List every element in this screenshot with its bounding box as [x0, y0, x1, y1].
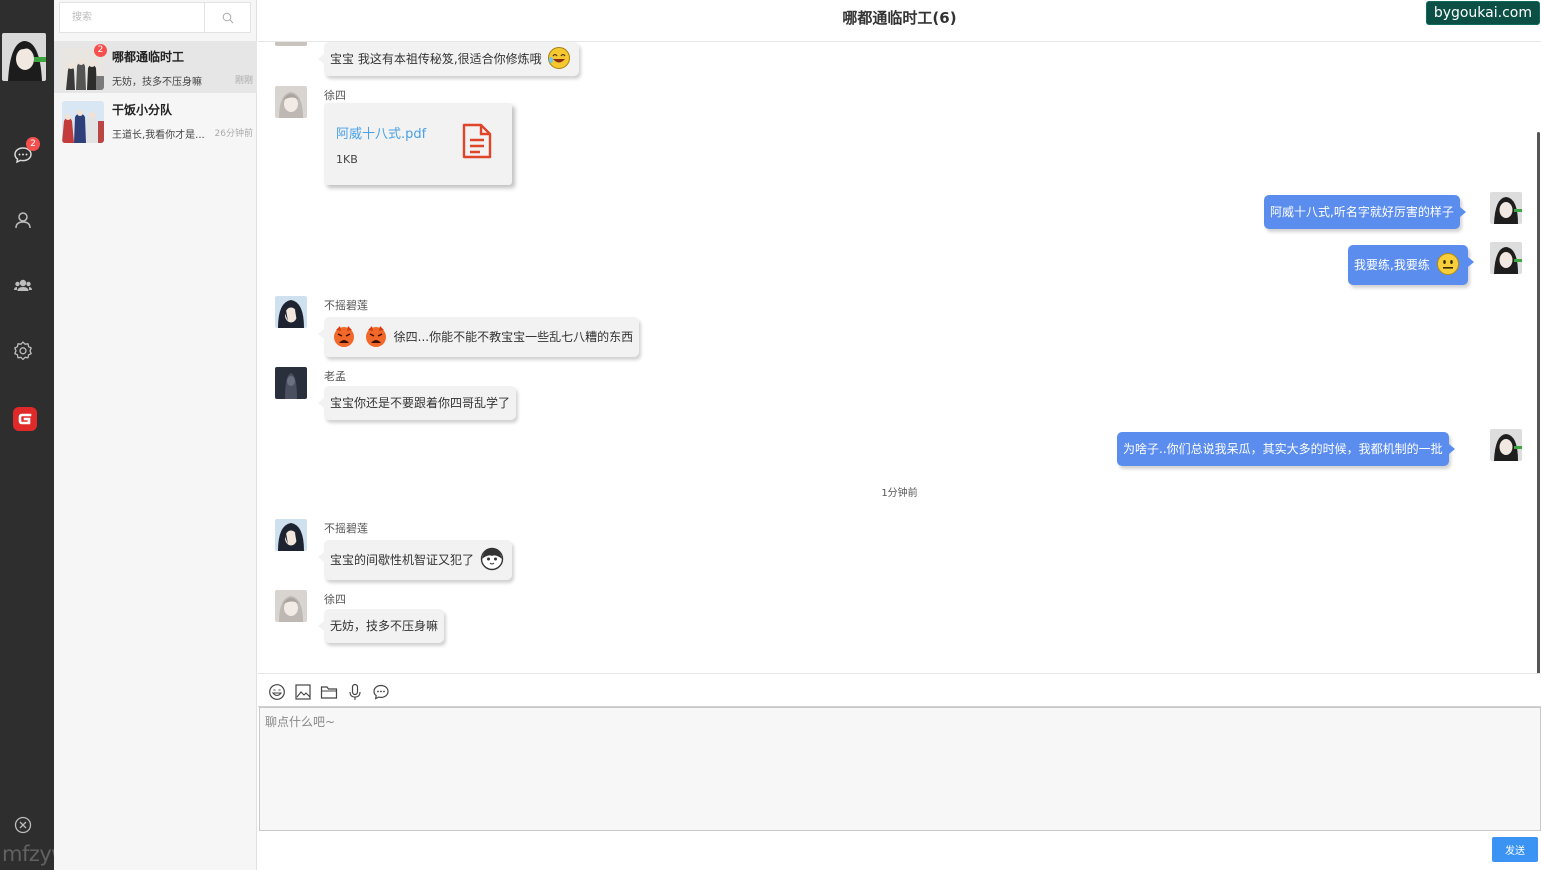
- file-name[interactable]: 阿威十八式.pdf: [336, 123, 426, 142]
- angry-emoji-icon: [365, 326, 386, 347]
- sender-avatar[interactable]: [275, 367, 307, 399]
- brand-g-icon: [18, 413, 32, 425]
- message-text: 宝宝 我这有本祖传秘笈,很适合你修炼哦: [330, 52, 542, 66]
- conversation-name: 干饭小分队: [112, 103, 173, 117]
- message-bubble: 宝宝 我这有本祖传秘笈,很适合你修炼哦: [317, 42, 580, 76]
- conversation-item[interactable]: 2 哪都通临时工 无妨，技多不压身嘛 刚刚: [54, 41, 257, 93]
- conversation-list: 2 哪都通临时工 无妨，技多不压身嘛 刚刚 干饭小分队 王道长,我看你才是...…: [54, 0, 257, 870]
- sender-avatar[interactable]: [275, 590, 307, 622]
- unread-badge: 2: [26, 137, 40, 151]
- message-text: 徐四...你能不能不教宝宝一些乱七八糟的东西: [393, 330, 634, 344]
- conversation-item[interactable]: 干饭小分队 王道长,我看你才是... 26分钟前: [54, 94, 257, 146]
- speechless-emoji-icon: [1436, 253, 1459, 275]
- message-scrollbar[interactable]: [1537, 132, 1540, 673]
- exit-icon: [14, 816, 32, 834]
- message-bubble: 无妨，技多不压身嘛: [317, 609, 445, 643]
- message-text: 我要练,我要练: [1354, 258, 1430, 272]
- penguin-emoji-icon: [480, 547, 504, 571]
- search-button[interactable]: [204, 3, 250, 32]
- groups-nav-button[interactable]: [8, 270, 38, 300]
- sender-name: 不摇碧莲: [324, 522, 368, 535]
- message-bubble: 为啥子..你们总说我呆瓜，其实大多的时候，我都机制的一批: [1117, 432, 1455, 466]
- file-message[interactable]: 阿威十八式.pdf 1KB: [324, 103, 512, 185]
- time-divider: 1分钟前: [881, 488, 918, 499]
- conversation-time: 26分钟前: [214, 129, 253, 139]
- chat-nav-button[interactable]: 2: [8, 137, 40, 170]
- group-avatar: [62, 101, 104, 143]
- message-text: 无妨，技多不压身嘛: [330, 619, 439, 633]
- search-input[interactable]: [60, 3, 204, 32]
- message-list[interactable]: 宝宝 我这有本祖传秘笈,很适合你修炼哦 徐四 阿威十八式.pdf 1KB 阿威十…: [258, 42, 1541, 674]
- sender-name: 徐四: [324, 593, 346, 606]
- conversation-time: 刚刚: [234, 76, 253, 86]
- message-text: 为啥子..你们总说我呆瓜，其实大多的时候，我都机制的一批: [1123, 442, 1443, 456]
- sender-avatar[interactable]: [275, 42, 307, 46]
- exit-button[interactable]: [8, 810, 38, 840]
- message-text: 宝宝你还是不要跟着你四哥乱学了: [330, 396, 511, 410]
- file-size: 1KB: [336, 153, 358, 166]
- chat-bubble-icon[interactable]: [372, 683, 390, 701]
- message-input[interactable]: [260, 708, 1540, 830]
- angry-emoji-icon: [334, 326, 354, 347]
- conversation-last-message: 无妨，技多不压身嘛: [112, 77, 202, 88]
- sender-avatar[interactable]: [275, 519, 307, 551]
- message-text: 宝宝的间歇性机智证又犯了: [330, 553, 475, 567]
- contacts-nav-button[interactable]: [8, 205, 38, 235]
- search-box: [59, 2, 251, 33]
- chat-title: 哪都通临时工(6): [842, 9, 957, 27]
- message-bubble: 阿威十八式,听名字就好厉害的样子: [1264, 195, 1466, 229]
- group-icon: [14, 279, 32, 291]
- folder-icon[interactable]: [320, 683, 338, 701]
- message-bubble: 宝宝你还是不要跟着你四哥乱学了: [317, 386, 517, 420]
- message-bubble: 徐四...你能不能不教宝宝一些乱七八糟的东西: [317, 317, 640, 357]
- image-icon[interactable]: [294, 683, 312, 701]
- watermark-badge: bygoukai.com: [1425, 1, 1540, 25]
- my-avatar[interactable]: [1490, 192, 1522, 224]
- emoji-icon[interactable]: [268, 683, 286, 701]
- message-bubble: 我要练,我要练: [1348, 245, 1474, 285]
- settings-icon: [14, 341, 32, 360]
- composer-toolbar: [258, 675, 1541, 707]
- search-icon: [222, 12, 233, 23]
- chat-header: 哪都通临时工(6) bygoukai.com: [258, 0, 1541, 42]
- my-avatar[interactable]: [1490, 242, 1522, 274]
- sender-name: 不摇碧莲: [324, 299, 368, 312]
- laughing-emoji-icon: [548, 47, 571, 69]
- sender-avatar[interactable]: [275, 296, 307, 328]
- conversation-last-message: 王道长,我看你才是...: [112, 130, 205, 141]
- chat-panel: 哪都通临时工(6) bygoukai.com 宝宝 我这有本祖传秘笈,很适合你修…: [258, 0, 1541, 870]
- message-bubble: 宝宝的间歇性机智证又犯了: [318, 540, 512, 580]
- conversation-unread-badge: 2: [94, 44, 107, 57]
- sender-name: 徐四: [324, 89, 346, 102]
- send-button[interactable]: 发送: [1492, 837, 1538, 862]
- my-avatar[interactable]: [2, 33, 46, 81]
- brand-logo[interactable]: [13, 407, 37, 431]
- my-avatar[interactable]: [1490, 429, 1522, 461]
- message-text: 阿威十八式,听名字就好厉害的样子: [1270, 205, 1454, 219]
- left-navigation-rail: 2: [0, 0, 54, 870]
- microphone-icon[interactable]: [346, 683, 364, 701]
- conversation-name: 哪都通临时工: [112, 50, 185, 64]
- settings-nav-button[interactable]: [8, 335, 38, 365]
- sender-name: 老孟: [324, 370, 346, 383]
- contacts-icon: [15, 212, 31, 229]
- sender-avatar[interactable]: [275, 86, 307, 118]
- message-input-box: [259, 707, 1541, 831]
- document-icon: [462, 123, 492, 159]
